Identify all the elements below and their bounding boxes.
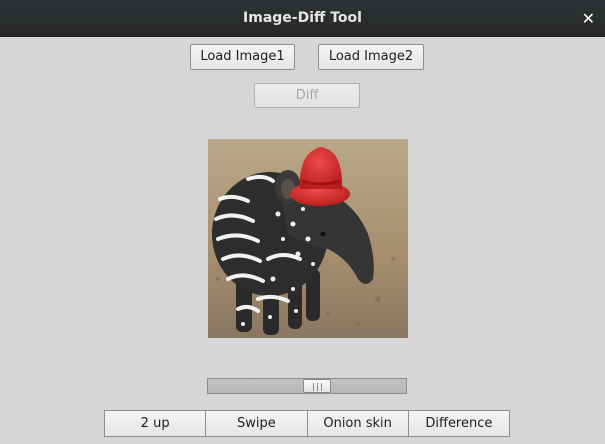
load-image2-button[interactable]: Load Image2 <box>318 44 424 70</box>
mode-onion-skin-button[interactable]: Onion skin <box>306 410 409 437</box>
mode-swipe-button[interactable]: Swipe <box>205 410 308 437</box>
blend-slider[interactable] <box>207 378 407 394</box>
tapir-photo <box>208 139 408 338</box>
window-title: Image-Diff Tool <box>243 10 362 26</box>
diff-button[interactable]: Diff <box>254 83 360 108</box>
mode-2up-button[interactable]: 2 up <box>104 410 207 437</box>
mode-difference-button[interactable]: Difference <box>407 410 510 437</box>
view-mode-bar: 2 up Swipe Onion skin Difference <box>104 410 510 437</box>
app-window: Image-Diff Tool ✕ Load Image1 Load Image… <box>0 0 605 444</box>
slider-handle[interactable] <box>303 379 331 393</box>
load-image1-button[interactable]: Load Image1 <box>190 44 295 70</box>
title-bar[interactable]: Image-Diff Tool ✕ <box>0 0 605 37</box>
close-icon[interactable]: ✕ <box>582 0 595 37</box>
image-preview <box>208 139 408 338</box>
